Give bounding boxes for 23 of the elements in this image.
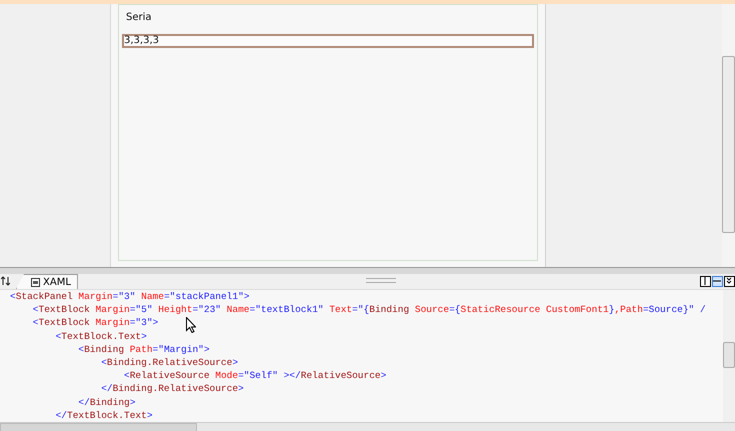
horizontal-split-button[interactable]: [712, 276, 723, 287]
code-line: </Binding.RelativeSource>: [101, 383, 244, 394]
label-text: Seria: [126, 12, 152, 23]
code-line: <StackPanel Margin="3" Name="stackPanel1">: [10, 291, 250, 302]
code-line: <Binding.RelativeSource>: [101, 357, 238, 368]
vertical-scrollbar[interactable]: [722, 4, 735, 267]
resize-grip[interactable]: [366, 278, 396, 283]
vertical-split-button[interactable]: [700, 276, 711, 287]
code-line: <TextBlock Margin="3">: [32, 317, 158, 328]
code-vertical-scrollbar[interactable]: [723, 290, 735, 422]
collapse-button[interactable]: [724, 276, 735, 287]
horizontal-scrollbar[interactable]: [0, 422, 735, 431]
editor-tab[interactable]: XAML: [16, 274, 78, 289]
document-icon: [31, 278, 40, 286]
code-line: <TextBlock.Text>: [56, 330, 147, 342]
code-line: </TextBlock.Text>: [56, 410, 153, 421]
code-line: <Binding Path="Margin">: [78, 344, 210, 355]
mouse-pointer-icon: [186, 317, 196, 333]
code-line: <RelativeSource Mode="Self" ></RelativeSource>: [124, 370, 386, 382]
selected-text-block[interactable]: 3,3,3,3: [122, 34, 534, 48]
swap-panes-icon[interactable]: [1, 276, 10, 286]
code-line: <TextBlock Margin="5" Height="23" Name="textBlock1" Text="{Binding Source={StaticResource CustomFont1},Path=Source}" /: [32, 304, 706, 316]
code-line: </Binding>: [78, 396, 136, 408]
